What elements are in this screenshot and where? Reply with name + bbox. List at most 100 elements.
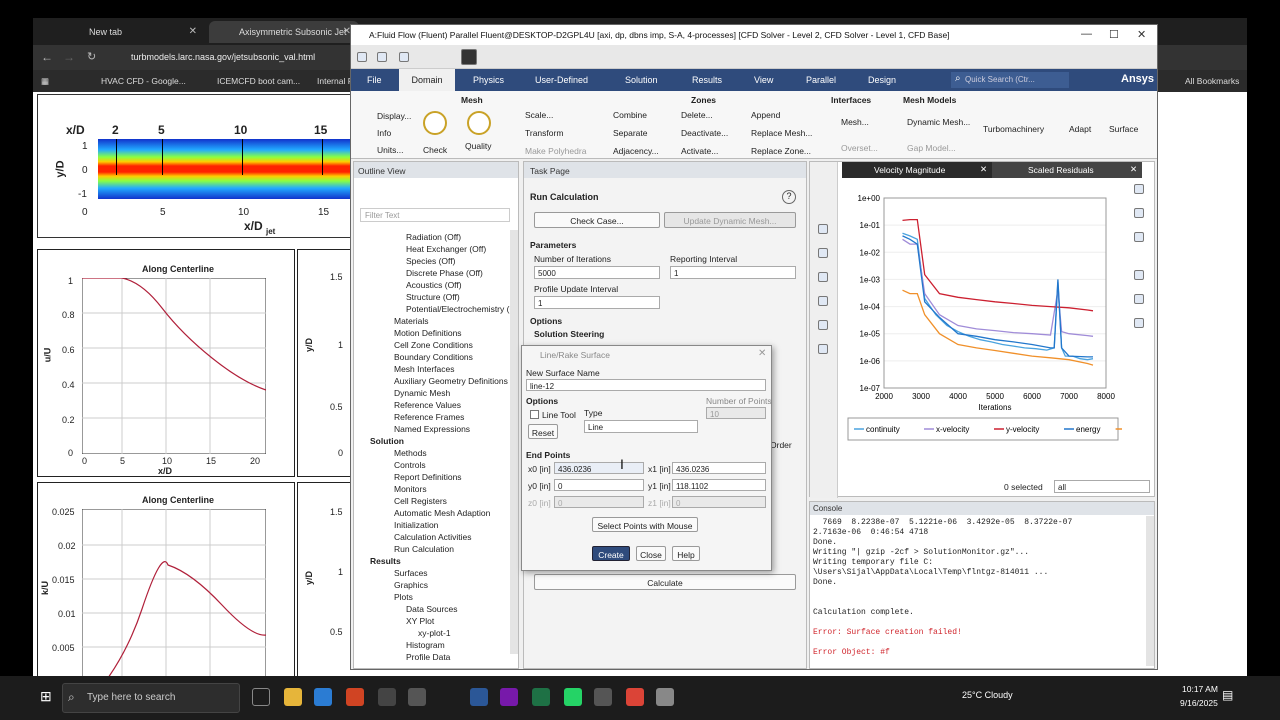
weather-widget[interactable]: 25°C Cloudy xyxy=(962,690,1013,700)
outline-filter-input[interactable]: Filter Text xyxy=(360,208,510,222)
whatsapp-icon[interactable] xyxy=(564,688,582,706)
outline-scrollbar[interactable] xyxy=(510,230,518,654)
close-icon[interactable]: ✕ xyxy=(1137,28,1146,41)
help-button[interactable]: Help xyxy=(672,546,700,561)
tree-item[interactable]: Named Expressions xyxy=(394,424,470,434)
select-points-mouse-button[interactable]: Select Points with Mouse xyxy=(592,517,698,532)
forward-icon[interactable]: → xyxy=(63,50,75,64)
tree-item[interactable]: xy-plot-1 xyxy=(418,628,451,638)
delete-button[interactable]: Delete... xyxy=(681,110,713,120)
calculate-button[interactable]: Calculate xyxy=(534,574,796,590)
update-dynamic-mesh-button[interactable]: Update Dynamic Mesh... xyxy=(664,212,796,228)
pointer-icon[interactable] xyxy=(818,224,828,234)
tab-velocity-magnitude[interactable]: Velocity Magnitude xyxy=(852,165,984,177)
tree-item[interactable]: Potential/Electrochemistry (Off) xyxy=(406,304,510,314)
tree-item[interactable]: Motion Definitions xyxy=(394,328,462,338)
tree-item[interactable]: Mesh Interfaces xyxy=(394,364,454,374)
tree-item[interactable]: XY Plot xyxy=(406,616,434,626)
windows-start-icon[interactable]: ⊞ xyxy=(40,688,52,705)
fluent-icon[interactable] xyxy=(594,688,612,706)
units-button[interactable]: Units... xyxy=(377,145,403,155)
workbench-icon[interactable] xyxy=(378,688,396,706)
chrome-icon[interactable] xyxy=(626,688,644,706)
tree-section-solution[interactable]: Solution xyxy=(370,436,404,446)
tree-item[interactable]: Profile Data xyxy=(406,652,450,662)
surface-button[interactable]: Surface xyxy=(1109,124,1138,134)
pdf-icon[interactable] xyxy=(346,688,364,706)
tab-design[interactable]: Design xyxy=(868,75,896,85)
notification-icon[interactable]: ▤ xyxy=(1222,688,1233,702)
tree-item[interactable]: Radiation (Off) xyxy=(406,232,461,242)
help-icon[interactable]: ? xyxy=(782,190,796,204)
num-points-input[interactable]: 10 xyxy=(706,407,766,419)
transform-button[interactable]: Transform xyxy=(525,128,563,138)
browser-tab-active[interactable]: Axisymmetric Subsonic Jet ✕ xyxy=(209,21,359,43)
reset-button[interactable]: Reset xyxy=(528,424,558,439)
surface-name-input[interactable]: line-12 xyxy=(526,379,766,391)
camera-icon[interactable] xyxy=(1134,270,1144,280)
make-polyhedra-button[interactable]: Make Polyhedra xyxy=(525,146,586,156)
check-icon[interactable] xyxy=(423,111,447,135)
tree-item[interactable]: Reference Frames xyxy=(394,412,464,422)
tree-item[interactable]: Species (Off) xyxy=(406,256,455,266)
apps-icon[interactable]: ▦ xyxy=(41,76,49,87)
tree-item[interactable]: Methods xyxy=(394,448,427,458)
onenote-icon[interactable] xyxy=(500,688,518,706)
tree-item[interactable]: Monitors xyxy=(394,484,427,494)
close-icon[interactable]: ✕ xyxy=(189,26,197,37)
tab-user-defined[interactable]: User-Defined xyxy=(535,75,588,85)
dynamic-mesh-button[interactable]: Dynamic Mesh... xyxy=(907,117,970,127)
close-icon[interactable]: ✕ xyxy=(758,348,766,359)
mesh-interfaces-button[interactable]: Mesh... xyxy=(841,117,869,127)
separate-button[interactable]: Separate xyxy=(613,128,648,138)
save-icon[interactable] xyxy=(377,52,387,62)
tree-item[interactable]: Dynamic Mesh xyxy=(394,388,450,398)
tab-scaled-residuals[interactable]: Scaled Residuals xyxy=(992,162,1142,178)
y1-input[interactable]: 118.1102 xyxy=(672,479,766,491)
info-button[interactable]: Info xyxy=(377,128,391,138)
adapt-button[interactable]: Adapt xyxy=(1069,124,1091,134)
tree-item[interactable]: Automatic Mesh Adaption xyxy=(394,508,490,518)
view-icon[interactable] xyxy=(1134,184,1144,194)
settings-icon[interactable] xyxy=(1134,232,1144,242)
create-button[interactable]: Create xyxy=(592,546,630,561)
fit-icon[interactable] xyxy=(818,344,828,354)
tree-item[interactable]: Controls xyxy=(394,460,426,470)
bookmark-item[interactable]: HVAC CFD - Google... xyxy=(101,76,186,86)
iterations-input[interactable]: 5000 xyxy=(534,266,660,279)
tree-item[interactable]: Initialization xyxy=(394,520,438,530)
reporting-interval-input[interactable]: 1 xyxy=(670,266,796,279)
check-button[interactable]: Check xyxy=(423,145,447,155)
tree-item[interactable]: Auxiliary Geometry Definitions xyxy=(394,376,508,386)
clock-date[interactable]: 9/16/2025 xyxy=(1180,698,1218,708)
tree-item[interactable]: Data Sources xyxy=(406,604,458,614)
settings-icon[interactable] xyxy=(399,52,409,62)
edge-icon[interactable] xyxy=(314,688,332,706)
close-button[interactable]: Close xyxy=(636,546,666,561)
replace-mesh-button[interactable]: Replace Mesh... xyxy=(751,128,812,138)
x0-input[interactable]: 436.0236 xyxy=(554,462,644,474)
tree-item[interactable]: Discrete Phase (Off) xyxy=(406,268,483,278)
gap-model-button[interactable]: Gap Model... xyxy=(907,143,956,153)
taskbar-search[interactable]: Type here to search xyxy=(62,683,240,713)
replace-zone-button[interactable]: Replace Zone... xyxy=(751,146,811,156)
tree-item[interactable]: Cell Registers xyxy=(394,496,447,506)
tree-item[interactable]: Plots xyxy=(394,592,413,602)
undo-icon[interactable] xyxy=(1134,318,1144,328)
profile-update-input[interactable]: 1 xyxy=(534,296,660,309)
tab-results[interactable]: Results xyxy=(692,75,722,85)
word-icon[interactable] xyxy=(470,688,488,706)
bookmark-item[interactable]: Internal F xyxy=(317,76,353,86)
y0-input[interactable]: 0 xyxy=(554,479,644,491)
adjacency-button[interactable]: Adjacency... xyxy=(613,146,659,156)
clock-time[interactable]: 10:17 AM xyxy=(1182,684,1218,694)
file-explorer-icon[interactable] xyxy=(284,688,302,706)
tab-file[interactable]: File xyxy=(367,75,382,85)
reload-icon[interactable]: ↻ xyxy=(87,50,96,63)
tab-parallel[interactable]: Parallel xyxy=(806,75,836,85)
type-dropdown[interactable]: Line xyxy=(584,420,698,433)
combine-button[interactable]: Combine xyxy=(613,110,647,120)
z1-input[interactable]: 0 xyxy=(672,496,766,508)
minimize-icon[interactable]: — xyxy=(1081,28,1092,40)
tree-item[interactable]: Surfaces xyxy=(394,568,428,578)
